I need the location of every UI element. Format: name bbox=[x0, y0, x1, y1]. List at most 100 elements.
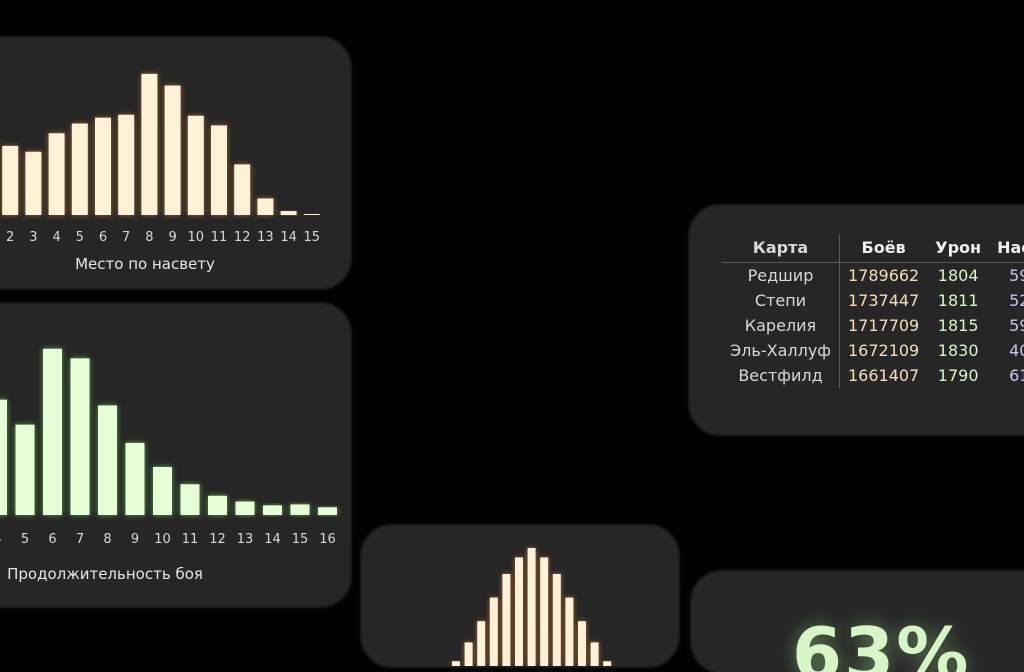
axis-label: Место по насвету bbox=[75, 255, 215, 273]
tick-label: 8 bbox=[145, 230, 153, 245]
tick-label: 13 bbox=[257, 230, 274, 245]
tick-label: 4 bbox=[0, 532, 2, 547]
tick-label: 15 bbox=[304, 230, 321, 245]
bar bbox=[303, 214, 320, 215]
bell-histogram-card bbox=[362, 526, 678, 666]
tick-label: 5 bbox=[21, 532, 29, 547]
tick-label: 7 bbox=[76, 532, 84, 547]
tick-label: 13 bbox=[237, 532, 254, 547]
bar bbox=[590, 642, 599, 666]
table-row: Карелия 1717709 1815 593 bbox=[722, 313, 1024, 338]
bar bbox=[187, 115, 204, 215]
spot-cell: 611 bbox=[1009, 366, 1024, 385]
tick-label: 6 bbox=[48, 532, 56, 547]
placement-histogram: 123456789101112131415Место по насвету bbox=[2, 73, 321, 273]
bar bbox=[180, 484, 200, 515]
table-row: Степи 1737447 1811 521 bbox=[722, 288, 1024, 313]
battles-cell: 1672109 bbox=[847, 341, 920, 360]
bar bbox=[257, 198, 274, 215]
damage-cell: 1830 bbox=[937, 341, 979, 360]
bar bbox=[578, 621, 586, 666]
tick-label: 14 bbox=[264, 532, 281, 547]
bar bbox=[263, 505, 282, 515]
tick-label: 10 bbox=[188, 230, 205, 245]
damage-cell: 1804 bbox=[937, 266, 979, 285]
tick-label: 16 bbox=[319, 532, 336, 547]
bar bbox=[318, 507, 337, 515]
bar bbox=[290, 504, 310, 515]
spot-cell: 593 bbox=[1009, 316, 1024, 335]
bar bbox=[235, 501, 255, 515]
battles-cell: 1789662 bbox=[847, 266, 920, 285]
bar bbox=[540, 557, 549, 666]
map-name: Степи bbox=[722, 288, 840, 313]
maps-table-header: Карта Боёв Урон Насве bbox=[722, 234, 1024, 263]
bar bbox=[0, 399, 7, 515]
placement-histogram-card: 123456789101112131415Место по насвету bbox=[0, 38, 350, 288]
bar bbox=[477, 621, 486, 666]
bar bbox=[502, 573, 511, 666]
spot-cell: 521 bbox=[1009, 291, 1024, 310]
bar bbox=[71, 123, 88, 215]
tick-label: 4 bbox=[52, 230, 60, 245]
bar bbox=[211, 125, 227, 215]
bar bbox=[164, 85, 181, 215]
table-row: Эль-Халлуф 1672109 1830 400 bbox=[722, 338, 1024, 363]
map-name: Вестфилд bbox=[722, 363, 840, 388]
tick-label: 14 bbox=[280, 230, 297, 245]
tick-label: 11 bbox=[211, 230, 228, 245]
tick-label: 6 bbox=[99, 230, 107, 245]
damage-cell: 1811 bbox=[937, 291, 979, 310]
col-header-spot: Насве bbox=[989, 234, 1024, 263]
tick-label: 7 bbox=[122, 230, 130, 245]
tick-label: 10 bbox=[154, 532, 171, 547]
maps-table: Карта Боёв Урон Насве Редшир 1789662 180… bbox=[722, 234, 1024, 388]
col-header-map: Карта bbox=[722, 234, 840, 263]
map-name: Эль-Халлуф bbox=[722, 338, 840, 363]
col-header-battles: Боёв bbox=[839, 234, 928, 263]
tick-label: 5 bbox=[76, 230, 84, 245]
bar bbox=[452, 661, 460, 666]
spot-cell: 596 bbox=[1009, 266, 1024, 285]
maps-table-card: Карта Боёв Урон Насве Редшир 1789662 180… bbox=[690, 206, 1024, 434]
bar bbox=[464, 642, 473, 666]
map-name: Карелия bbox=[722, 313, 840, 338]
axis-label: Продолжительность боя bbox=[7, 565, 203, 583]
bar bbox=[153, 466, 172, 515]
battles-cell: 1717709 bbox=[847, 316, 920, 335]
bar bbox=[208, 495, 227, 515]
bar bbox=[48, 133, 65, 215]
duration-histogram: 4 5 6 7 8 9 10 11 12 13 14 15 16 Продолжительность бо… bbox=[0, 348, 337, 583]
tick-label: 15 bbox=[292, 532, 309, 547]
bar bbox=[125, 442, 145, 515]
spot-cell: 400 bbox=[1009, 341, 1024, 360]
bar bbox=[527, 548, 536, 666]
bar bbox=[603, 661, 612, 666]
damage-cell: 1815 bbox=[937, 316, 979, 335]
bar bbox=[25, 151, 42, 215]
bar bbox=[70, 358, 90, 515]
bar bbox=[95, 117, 111, 215]
bar bbox=[15, 424, 35, 515]
tick-label: 8 bbox=[103, 532, 111, 547]
bell-histogram bbox=[452, 548, 612, 666]
bar bbox=[2, 145, 19, 215]
map-name: Редшир bbox=[722, 262, 840, 288]
table-row: Редшир 1789662 1804 596 bbox=[722, 262, 1024, 288]
bar bbox=[118, 114, 135, 215]
bar bbox=[141, 73, 158, 215]
bar bbox=[489, 597, 498, 666]
tick-label: 2 bbox=[6, 230, 14, 245]
tick-label: 9 bbox=[131, 532, 139, 547]
battles-cell: 1737447 bbox=[847, 291, 920, 310]
bar bbox=[515, 557, 523, 666]
bar bbox=[98, 405, 117, 515]
bar bbox=[565, 597, 574, 666]
table-row: Вестфилд 1661407 1790 611 bbox=[722, 363, 1024, 388]
percent-value: 63% bbox=[792, 612, 971, 672]
col-header-damage: Урон bbox=[927, 234, 990, 263]
battles-cell: 1661407 bbox=[847, 366, 920, 385]
damage-cell: 1790 bbox=[937, 366, 979, 385]
bar bbox=[234, 164, 251, 215]
tick-label: 3 bbox=[29, 230, 37, 245]
